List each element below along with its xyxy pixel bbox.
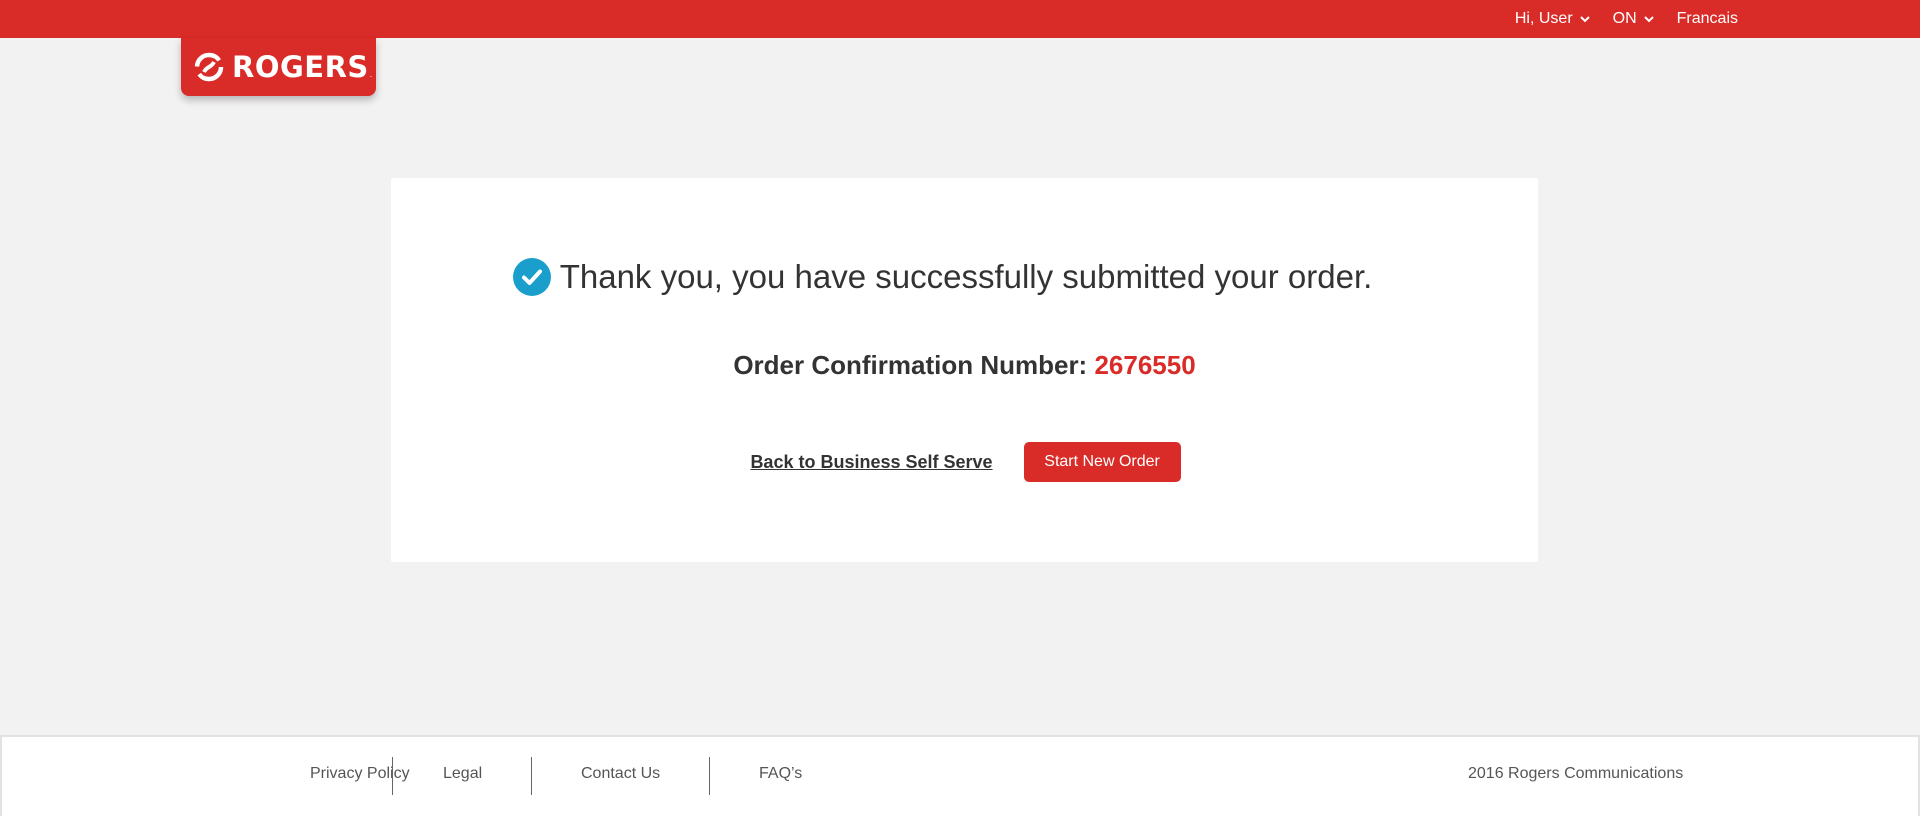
back-to-self-serve-link[interactable]: Back to Business Self Serve — [750, 452, 992, 473]
start-new-order-button[interactable]: Start New Order — [1023, 442, 1181, 482]
language-link-label: Francais — [1676, 10, 1738, 27]
user-menu-label: Hi, User — [1514, 10, 1573, 27]
footer-link-faqs[interactable]: FAQ’s — [759, 765, 802, 783]
confirmation-actions: Back to Business Self Serve Start New Or… — [391, 442, 1538, 482]
success-message: Thank you, you have successfully submitt… — [391, 258, 1538, 296]
language-link[interactable]: Francais — [1677, 10, 1738, 28]
footer-divider — [392, 757, 393, 795]
user-menu[interactable]: Hi, User — [1515, 10, 1591, 28]
province-menu-label: ON — [1612, 10, 1637, 27]
chevron-down-icon — [1579, 16, 1590, 23]
footer-divider — [531, 757, 532, 795]
top-nav: Hi, User ON Francais — [1515, 0, 1738, 38]
order-confirmation-label: Order Confirmation Number: — [733, 350, 1095, 380]
footer-divider — [709, 757, 710, 795]
order-confirmation-number: 2676550 — [1094, 350, 1196, 380]
top-bar: Hi, User ON Francais — [0, 0, 1920, 38]
province-menu[interactable]: ON — [1613, 10, 1655, 28]
success-message-text: Thank you, you have successfully submitt… — [559, 258, 1373, 295]
confirmation-card: Thank you, you have successfully submitt… — [391, 178, 1538, 562]
footer-link-privacy-policy[interactable]: Privacy Policy — [310, 765, 410, 783]
logo-registered-mark: . — [369, 70, 373, 79]
footer: Privacy Policy Legal Contact Us FAQ’s 20… — [0, 735, 1920, 816]
footer-link-contact-us[interactable]: Contact Us — [581, 765, 660, 783]
copyright-text: 2016 Rogers Communications — [1468, 765, 1684, 782]
footer-link-legal[interactable]: Legal — [443, 765, 482, 783]
chevron-down-icon — [1643, 16, 1654, 23]
rogers-logo[interactable]: ROGERS . — [181, 38, 376, 96]
order-confirmation: Order Confirmation Number: 2676550 — [391, 350, 1538, 381]
check-circle-icon — [512, 258, 551, 296]
rogers-logo-icon — [194, 52, 224, 82]
logo-text: ROGERS — [232, 50, 369, 84]
